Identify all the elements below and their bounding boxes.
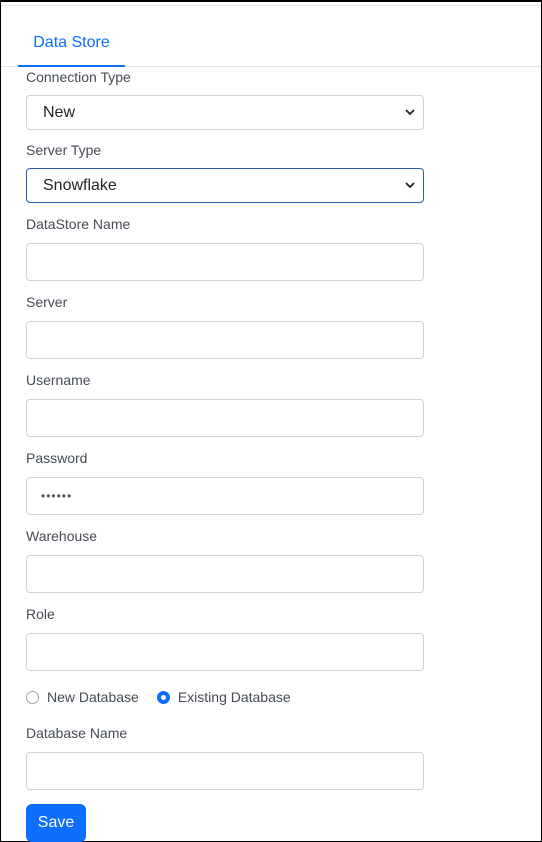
database-name-label: Database Name: [26, 725, 128, 741]
role-input[interactable]: [26, 633, 424, 671]
new-database-option[interactable]: New Database: [26, 689, 139, 705]
warehouse-label: Warehouse: [26, 528, 98, 544]
datastore-name-input[interactable]: [26, 243, 424, 281]
server-input[interactable]: [26, 321, 424, 359]
tab-bar: Data Store: [1, 24, 541, 67]
tab-data-store[interactable]: Data Store: [18, 24, 125, 67]
password-input[interactable]: ••••••: [26, 477, 424, 515]
server-label: Server: [26, 294, 68, 310]
existing-database-radio[interactable]: [156, 690, 170, 704]
existing-database-option[interactable]: Existing Database: [156, 689, 291, 705]
connection-type-select[interactable]: New: [26, 95, 424, 130]
server-type-value: Snowflake: [43, 177, 117, 194]
connection-type-label: Connection Type: [26, 69, 131, 85]
chevron-down-icon: [405, 182, 415, 189]
username-label: Username: [26, 372, 91, 388]
new-database-radio[interactable]: [26, 690, 39, 704]
datastore-name-label: DataStore Name: [26, 216, 131, 232]
datastore-form: Connection Type New Server Type Snowflak…: [26, 66, 424, 842]
connection-type-value: New: [43, 104, 76, 121]
existing-database-label: Existing Database: [177, 689, 291, 705]
top-divider: [1, 5, 541, 6]
password-label: Password: [26, 450, 88, 466]
role-label: Role: [26, 606, 55, 622]
chevron-down-icon: [405, 109, 415, 116]
warehouse-input[interactable]: [26, 555, 424, 593]
server-type-select[interactable]: Snowflake: [26, 168, 424, 203]
username-input[interactable]: [26, 399, 424, 437]
server-type-label: Server Type: [26, 142, 102, 158]
new-database-label: New Database: [47, 689, 139, 705]
database-mode-radio-group: New Database Existing Database: [26, 687, 424, 707]
save-button[interactable]: Save: [26, 804, 86, 842]
database-name-input[interactable]: [26, 752, 424, 790]
